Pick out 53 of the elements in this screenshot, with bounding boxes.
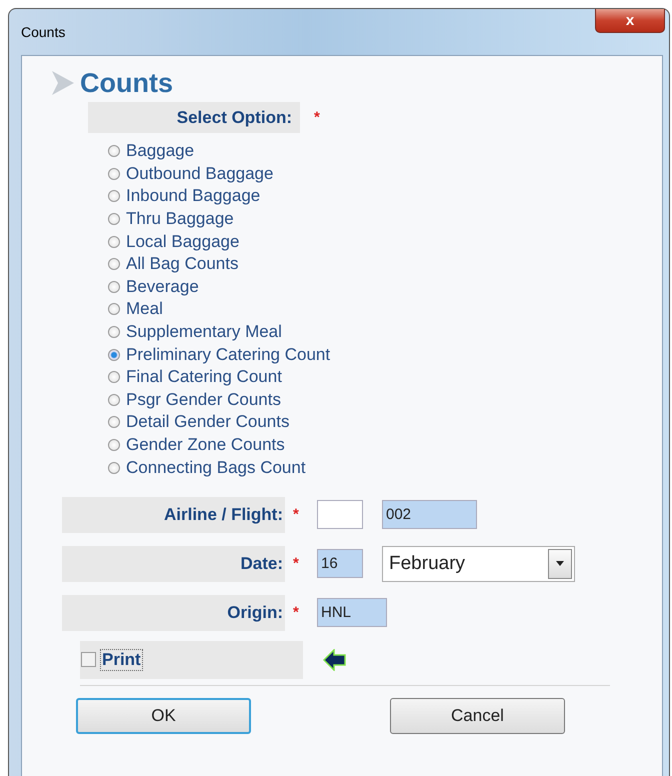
input-field[interactable]: 16 — [317, 549, 363, 578]
radio-button[interactable] — [108, 258, 120, 270]
input-field[interactable]: HNL — [317, 598, 387, 628]
option-label[interactable]: Local Baggage — [126, 232, 240, 252]
caret-icon — [556, 561, 564, 566]
month-dropdown[interactable]: February — [382, 546, 575, 582]
option-label[interactable]: Final Catering Count — [126, 367, 282, 388]
cancel-button[interactable]: Cancel — [390, 698, 565, 734]
option-label[interactable]: Outbound Baggage — [126, 164, 274, 184]
option-label[interactable]: All Bag Counts — [126, 254, 238, 274]
radio-button[interactable] — [108, 280, 120, 293]
close-button[interactable]: x — [595, 9, 665, 33]
option-label[interactable]: Detail Gender Counts — [126, 412, 290, 432]
option-label[interactable]: Gender Zone Counts — [126, 435, 285, 456]
option-label[interactable]: Thru Baggage — [126, 209, 234, 230]
input-field[interactable]: 002 — [382, 500, 477, 530]
print-label[interactable]: Print — [100, 648, 143, 671]
required-mark: * — [314, 109, 320, 126]
field-label: Origin: — [227, 602, 283, 623]
radio-button[interactable] — [108, 168, 120, 180]
arrow-left-icon — [323, 648, 347, 671]
field-label: Date: — [240, 554, 283, 574]
radio-button[interactable] — [108, 213, 120, 226]
option-label[interactable]: Psgr Gender Counts — [126, 390, 281, 410]
radio-button[interactable] — [108, 145, 120, 158]
radio-button[interactable] — [108, 462, 120, 474]
required-mark: * — [293, 506, 299, 523]
radio-button[interactable] — [108, 190, 120, 202]
radio-button[interactable] — [108, 371, 120, 384]
option-label[interactable]: Baggage — [126, 141, 194, 162]
radio-button[interactable] — [108, 439, 120, 452]
radio-button[interactable] — [108, 416, 120, 428]
radio-button[interactable] — [108, 236, 120, 248]
option-label[interactable]: Beverage — [126, 276, 199, 297]
option-label[interactable]: Inbound Baggage — [126, 186, 260, 206]
radio-button[interactable] — [108, 394, 120, 406]
chevron-icon — [52, 71, 74, 95]
select-option-label: Select Option: — [176, 108, 292, 128]
radio-button[interactable] — [108, 326, 120, 338]
input-field[interactable] — [317, 500, 363, 530]
radio-button[interactable] — [108, 348, 120, 361]
radio-button[interactable] — [108, 303, 120, 316]
page-heading: Counts — [80, 68, 173, 98]
option-label[interactable]: Connecting Bags Count — [126, 458, 306, 478]
required-mark: * — [293, 554, 299, 572]
required-mark: * — [293, 604, 299, 621]
option-label[interactable]: Meal — [126, 299, 163, 320]
option-label[interactable]: Preliminary Catering Count — [126, 344, 330, 365]
option-label[interactable]: Supplementary Meal — [126, 322, 282, 342]
window-title: Counts — [21, 24, 66, 40]
ok-button[interactable]: OK — [76, 698, 251, 734]
print-checkbox[interactable] — [81, 652, 96, 668]
field-label: Airline / Flight: — [164, 504, 283, 525]
